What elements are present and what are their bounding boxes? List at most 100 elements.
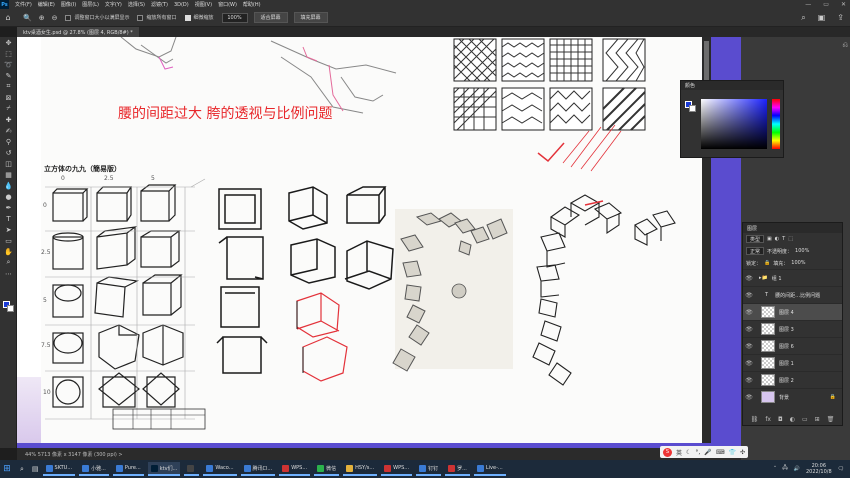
fit-screen-button[interactable]: 适合屏幕	[253, 12, 288, 23]
eye-icon[interactable]: 👁	[743, 275, 755, 282]
brush-tool-icon[interactable]: ✍	[0, 125, 17, 136]
color-picker-field[interactable]	[701, 99, 767, 149]
menu-view[interactable]: 视图(V)	[195, 1, 212, 8]
filter-adjust-icon[interactable]: ◐	[775, 236, 779, 242]
taskbar-app[interactable]: WPS...	[381, 462, 413, 476]
menu-select[interactable]: 选择(S)	[128, 1, 145, 8]
tray-expand-icon[interactable]: ˄	[774, 466, 777, 472]
taskbar-app[interactable]: Pure...	[112, 462, 144, 476]
search-icon[interactable]: ⌕	[801, 13, 805, 23]
taskbar-app[interactable]: Live-...	[473, 462, 506, 476]
history-icon[interactable]: ⎌	[842, 41, 848, 50]
blend-mode-select[interactable]: 正常	[746, 247, 765, 255]
more-tools-icon[interactable]: ⋯	[0, 268, 17, 279]
ime-toolbar[interactable]: S 英 ☾ °, 🎤 ⌨ 👕 ✣	[660, 446, 748, 458]
eye-icon[interactable]: 👁	[743, 394, 755, 401]
zoom-out-icon[interactable]: ⊖	[52, 14, 58, 22]
link-icon[interactable]: ⛓	[751, 416, 759, 423]
zoom-tool-icon[interactable]: 🔍	[23, 14, 32, 22]
resize-windows-checkbox[interactable]: 调整窗口大小以满屏显示	[65, 14, 129, 21]
taskbar-app[interactable]	[184, 462, 200, 476]
maximize-icon[interactable]: ▭	[823, 1, 829, 8]
layer-filter-select[interactable]: 类型	[746, 235, 765, 243]
search-icon[interactable]: ⌕	[20, 465, 24, 474]
filter-pixel-icon[interactable]: ▣	[767, 236, 772, 242]
menu-type[interactable]: 文字(Y)	[105, 1, 122, 8]
task-view-icon[interactable]: ▤	[32, 465, 39, 473]
ime-mode[interactable]: 英	[676, 448, 682, 457]
crop-tool-icon[interactable]: ⌗	[0, 81, 17, 92]
zoom-in-icon[interactable]: ⊕	[39, 14, 45, 22]
layer-group-row[interactable]: 👁 ▸📁 组 1	[743, 269, 842, 286]
quick-select-tool-icon[interactable]: ✎	[0, 70, 17, 81]
menu-window[interactable]: 窗口(W)	[218, 1, 237, 8]
history-brush-icon[interactable]: ↺	[0, 147, 17, 158]
layer-row[interactable]: 👁 图层 3	[743, 320, 842, 337]
zoom-tool-icon[interactable]: ⌕	[0, 257, 17, 268]
blur-tool-icon[interactable]: 💧	[0, 180, 17, 191]
type-tool-icon[interactable]: T	[0, 213, 17, 224]
moon-icon[interactable]: ☾	[686, 449, 691, 456]
lock-icon[interactable]: 🔒	[764, 260, 770, 266]
fill-value[interactable]: 100%	[791, 260, 805, 266]
taskbar-app[interactable]: 腾讯Cl...	[240, 462, 276, 476]
document-tab[interactable]: ktv桌酒女生.psd @ 27.8% (图层 4, RGB/8#) *	[17, 27, 139, 37]
eraser-tool-icon[interactable]: ◫	[0, 158, 17, 169]
scrollbar-thumb[interactable]	[704, 41, 709, 81]
windows-start-icon[interactable]: ⊞	[0, 464, 14, 474]
hue-slider[interactable]	[772, 99, 780, 149]
opacity-value[interactable]: 100%	[795, 248, 809, 254]
delete-icon[interactable]: 🗑	[827, 416, 835, 423]
home-icon[interactable]: ⌂	[0, 13, 16, 22]
layer-row[interactable]: 👁 图层 4	[743, 303, 842, 320]
keyboard-icon[interactable]: ⌨	[716, 449, 725, 456]
network-icon[interactable]: 🖧	[782, 465, 788, 473]
gradient-tool-icon[interactable]: ▦	[0, 169, 17, 180]
volume-icon[interactable]: 🔊	[794, 466, 800, 472]
clone-stamp-icon[interactable]: ⚲	[0, 136, 17, 147]
eyedropper-tool-icon[interactable]: ⌿	[0, 103, 17, 114]
dodge-tool-icon[interactable]: ●	[0, 191, 17, 202]
new-group-icon[interactable]: ▭	[802, 416, 808, 423]
workspace-icon[interactable]: ▣	[818, 13, 826, 23]
hand-tool-icon[interactable]: ✋	[0, 246, 17, 257]
taskbar-app[interactable]: 罗...	[445, 462, 470, 476]
menu-layer[interactable]: 图层(L)	[82, 1, 99, 8]
layer-row[interactable]: 👁 图层 6	[743, 337, 842, 354]
fill-screen-button[interactable]: 填充屏幕	[293, 12, 328, 23]
share-icon[interactable]: ⇪	[837, 13, 844, 23]
zoom-value-field[interactable]: 100%	[221, 12, 248, 23]
layer-row[interactable]: 👁 背景 🔒	[743, 388, 842, 405]
punctuation-icon[interactable]: °,	[695, 449, 700, 456]
document-info[interactable]: 44% 5713 像素 x 3147 像素 (300 ppi) >	[25, 451, 123, 458]
taskbar-app[interactable]: HSY/s...	[343, 462, 378, 476]
move-tool-icon[interactable]: ✥	[0, 37, 17, 48]
minimize-icon[interactable]: —	[805, 1, 811, 8]
eye-icon[interactable]: 👁	[743, 309, 755, 316]
mask-icon[interactable]: ◘	[778, 416, 783, 423]
clock[interactable]: 20:06 2022/10/8	[806, 463, 832, 475]
mic-icon[interactable]: 🎤	[704, 449, 711, 456]
notification-icon[interactable]: 🗨	[838, 466, 844, 472]
menu-edit[interactable]: 编辑(E)	[38, 1, 55, 8]
zoom-all-windows-checkbox[interactable]: 缩放所有窗口	[137, 14, 177, 21]
adjustment-icon[interactable]: ◐	[790, 416, 795, 423]
menu-help[interactable]: 帮助(H)	[243, 1, 261, 8]
menu-3d[interactable]: 3D(D)	[174, 2, 189, 8]
taskbar-app[interactable]: 小雅...	[79, 462, 109, 476]
layer-row[interactable]: 👁 图层 2	[743, 371, 842, 388]
path-select-icon[interactable]: ➤	[0, 224, 17, 235]
close-icon[interactable]: ✕	[841, 1, 846, 8]
tools-icon[interactable]: ✣	[740, 449, 745, 456]
layer-row[interactable]: 👁 图层 1	[743, 354, 842, 371]
skin-icon[interactable]: 👕	[728, 449, 735, 456]
fx-icon[interactable]: fx	[765, 416, 771, 423]
eye-icon[interactable]: 👁	[743, 326, 755, 333]
eye-icon[interactable]: 👁	[743, 292, 755, 299]
lasso-tool-icon[interactable]: ➰	[0, 59, 17, 70]
eye-icon[interactable]: 👁	[743, 343, 755, 350]
eye-icon[interactable]: 👁	[743, 360, 755, 367]
menu-file[interactable]: 文件(F)	[15, 1, 32, 8]
taskbar-app[interactable]: 钉钉	[416, 462, 442, 476]
document-canvas[interactable]: 腰的间距过大 胯的透视与比例问题 立方体の九九（簡易版） 0 2.5 5 0 2…	[41, 37, 702, 443]
